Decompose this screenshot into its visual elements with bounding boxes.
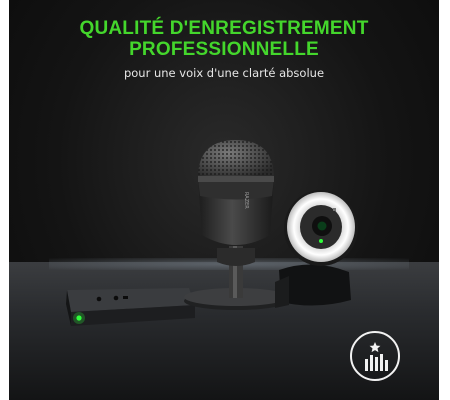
jack-icon	[96, 296, 102, 302]
product-banner: QUALITÉ D'ENREGISTREMENT PROFESSIONNELLE…	[9, 0, 439, 400]
audio-level-star-icon	[350, 331, 400, 381]
microphone: RAZER	[184, 140, 288, 310]
mic-brand-label: RAZER	[243, 192, 249, 209]
camera-lens-icon	[317, 221, 327, 231]
audio-mixer	[66, 288, 195, 326]
jack-icon	[113, 295, 119, 301]
webcam	[275, 190, 358, 308]
